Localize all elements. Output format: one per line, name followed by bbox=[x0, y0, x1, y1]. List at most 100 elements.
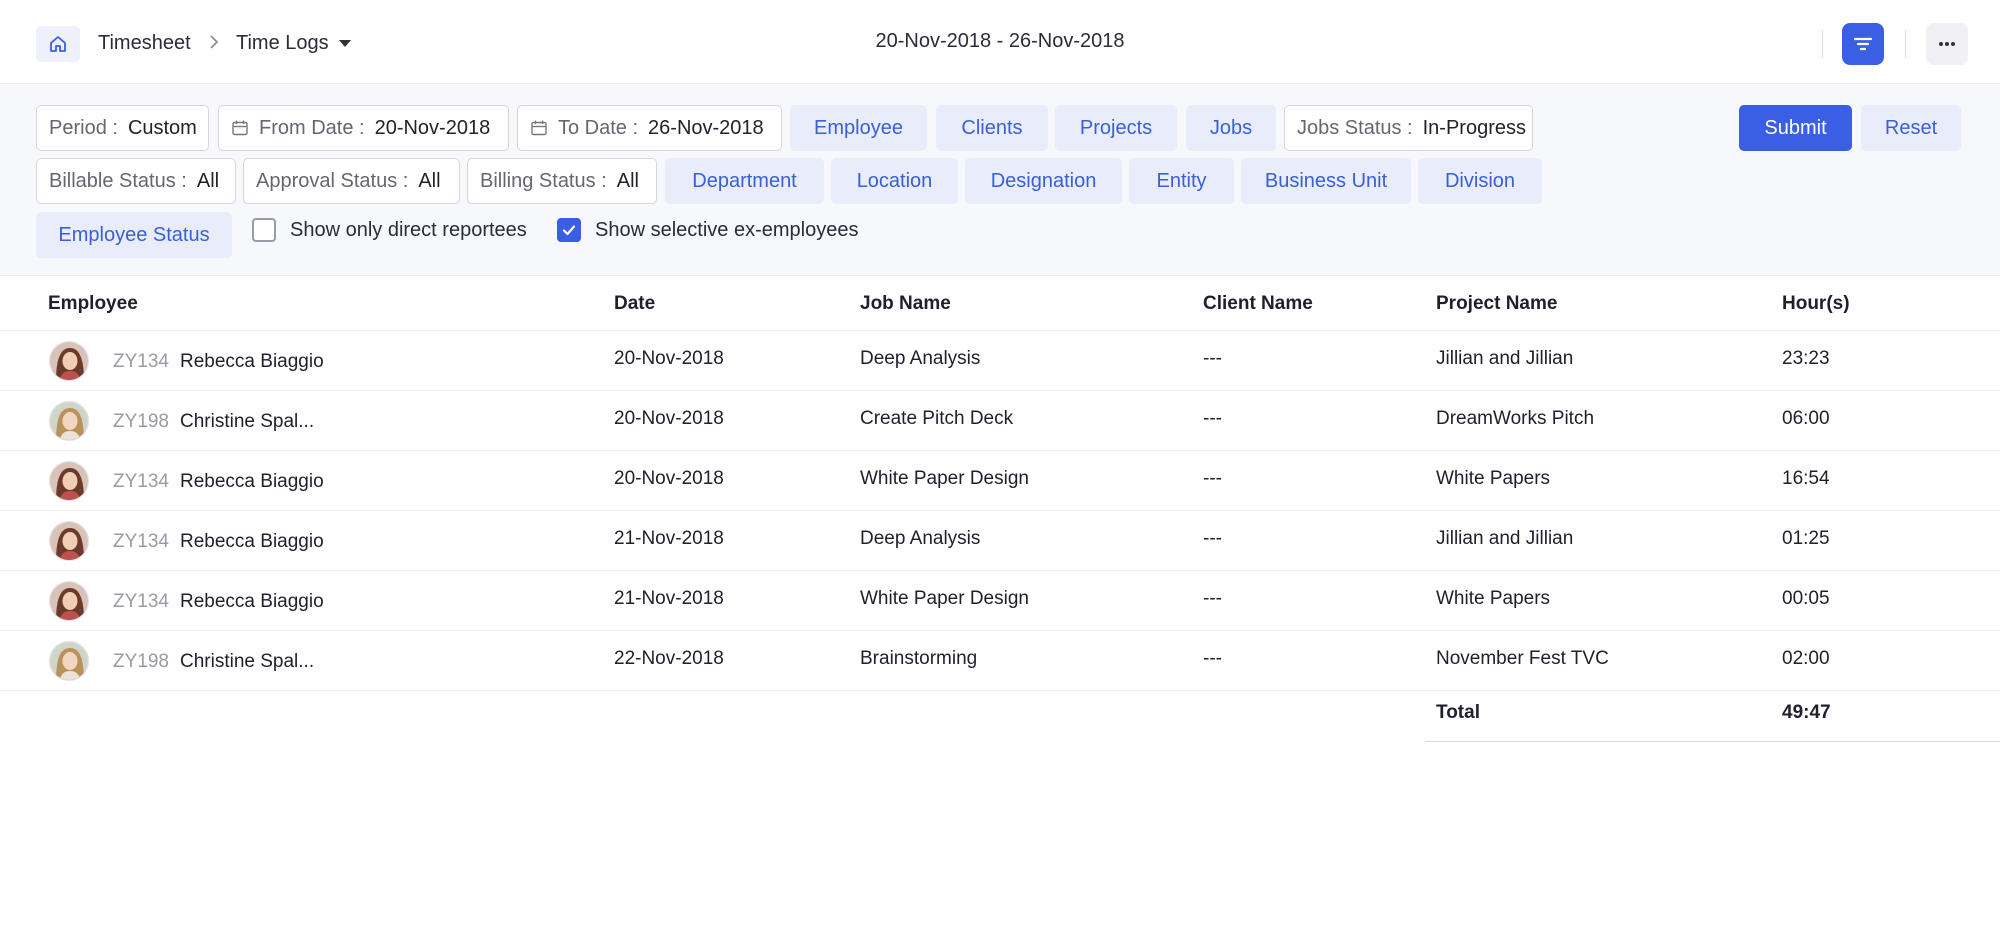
direct-reportees-checkbox[interactable]: Show only direct reportees bbox=[252, 218, 527, 242]
to-date-label: To Date : bbox=[558, 116, 639, 139]
total-row: Total 49:47 bbox=[1425, 689, 2000, 742]
avatar bbox=[49, 401, 89, 441]
to-date-field[interactable]: To Date : 26-Nov-2018 bbox=[517, 105, 782, 151]
project-name-cell: Jillian and Jillian bbox=[1436, 348, 1574, 369]
billable-status-select[interactable]: Billable Status : All bbox=[36, 158, 236, 204]
table-row[interactable]: ZY134 Rebecca Biaggio 21-Nov-2018 White Pap… bbox=[0, 571, 2000, 631]
jobs-filter-chip[interactable]: Jobs bbox=[1186, 105, 1276, 151]
table-row[interactable]: ZY134 Rebecca Biaggio 21-Nov-2018 Deep Anal… bbox=[0, 511, 2000, 571]
date-cell: 20-Nov-2018 bbox=[614, 348, 724, 369]
approval-status-value: All bbox=[418, 169, 441, 192]
project-name-cell: November Fest TVC bbox=[1436, 648, 1609, 669]
more-options-button[interactable] bbox=[1926, 23, 1968, 65]
billing-status-label: Billing Status : bbox=[480, 169, 607, 192]
approval-status-select[interactable]: Approval Status : All bbox=[243, 158, 460, 204]
from-date-label: From Date : bbox=[259, 116, 365, 139]
date-cell: 22-Nov-2018 bbox=[614, 648, 724, 669]
hours-cell: 06:00 bbox=[1782, 408, 1830, 429]
date-cell: 21-Nov-2018 bbox=[614, 528, 724, 549]
calendar-icon bbox=[231, 119, 249, 137]
filter-panel: Period : Custom From Date : 20-Nov-2018 … bbox=[0, 85, 2000, 276]
avatar bbox=[49, 581, 89, 621]
direct-reportees-label: Show only direct reportees bbox=[290, 218, 527, 241]
hours-cell: 00:05 bbox=[1782, 588, 1830, 609]
employee-name[interactable]: Christine Spal... bbox=[180, 411, 314, 433]
column-header-date: Date bbox=[614, 293, 656, 314]
jobs-status-value: In-Progress bbox=[1422, 116, 1526, 139]
ex-employees-label: Show selective ex-employees bbox=[595, 218, 859, 241]
employee-id: ZY134 bbox=[113, 591, 169, 612]
job-name-cell: White Paper Design bbox=[860, 468, 1029, 489]
employee-name[interactable]: Rebecca Biaggio bbox=[180, 591, 324, 613]
table-row[interactable]: ZY134 Rebecca Biaggio 20-Nov-2018 White Pap… bbox=[0, 451, 2000, 511]
billable-status-label: Billable Status : bbox=[49, 169, 187, 192]
division-filter-chip[interactable]: Division bbox=[1418, 158, 1542, 204]
client-name-cell: --- bbox=[1203, 468, 1222, 489]
job-name-cell: Brainstorming bbox=[860, 648, 978, 669]
job-name-cell: Create Pitch Deck bbox=[860, 408, 1014, 429]
employee-name[interactable]: Rebecca Biaggio bbox=[180, 471, 324, 493]
employee-name[interactable]: Rebecca Biaggio bbox=[180, 351, 324, 373]
period-select[interactable]: Period : Custom bbox=[36, 105, 209, 151]
filter-button[interactable] bbox=[1842, 23, 1884, 65]
column-header-employee: Employee bbox=[48, 293, 138, 314]
divider bbox=[1822, 30, 1823, 58]
period-label: Period : bbox=[49, 116, 118, 139]
projects-filter-chip[interactable]: Projects bbox=[1055, 105, 1177, 151]
project-name-cell: Jillian and Jillian bbox=[1436, 528, 1574, 549]
clients-filter-chip[interactable]: Clients bbox=[936, 105, 1048, 151]
filter-icon bbox=[1853, 37, 1873, 51]
department-filter-chip[interactable]: Department bbox=[665, 158, 824, 204]
avatar bbox=[49, 341, 89, 381]
employee-id: ZY198 bbox=[113, 411, 169, 432]
employee-name[interactable]: Christine Spal... bbox=[180, 651, 314, 673]
client-name-cell: --- bbox=[1203, 588, 1222, 609]
employee-name[interactable]: Rebecca Biaggio bbox=[180, 531, 324, 553]
submit-button[interactable]: Submit bbox=[1739, 105, 1852, 151]
from-date-field[interactable]: From Date : 20-Nov-2018 bbox=[218, 105, 509, 151]
employee-filter-chip[interactable]: Employee bbox=[790, 105, 927, 151]
reset-button[interactable]: Reset bbox=[1861, 105, 1961, 151]
project-name-cell: DreamWorks Pitch bbox=[1436, 408, 1595, 429]
checkbox-unchecked-icon bbox=[252, 218, 276, 242]
column-header-hours: Hour(s) bbox=[1782, 293, 1850, 314]
job-name-cell: Deep Analysis bbox=[860, 348, 981, 369]
more-horizontal-icon bbox=[1939, 42, 1955, 46]
date-range-title: 20-Nov-2018 - 26-Nov-2018 bbox=[875, 30, 1125, 52]
ex-employees-checkbox[interactable]: Show selective ex-employees bbox=[557, 218, 858, 242]
project-name-cell: White Papers bbox=[1436, 468, 1551, 489]
employee-status-filter-chip[interactable]: Employee Status bbox=[36, 212, 232, 258]
table-row[interactable]: ZY134 Rebecca Biaggio 20-Nov-2018 Deep Anal… bbox=[0, 331, 2000, 391]
to-date-value: 26-Nov-2018 bbox=[648, 116, 764, 139]
billing-status-value: All bbox=[616, 169, 639, 192]
table-row[interactable]: ZY198 Christine Spal... 22-Nov-2018 Brainst… bbox=[0, 631, 2000, 691]
period-value: Custom bbox=[127, 116, 197, 139]
employee-id: ZY134 bbox=[113, 471, 169, 492]
client-name-cell: --- bbox=[1203, 348, 1222, 369]
divider bbox=[1905, 30, 1906, 58]
table-row[interactable]: ZY198 Christine Spal... 20-Nov-2018 Create … bbox=[0, 391, 2000, 451]
avatar bbox=[49, 461, 89, 501]
date-cell: 21-Nov-2018 bbox=[614, 588, 724, 609]
total-value: 49:47 bbox=[1782, 702, 1831, 723]
avatar bbox=[49, 641, 89, 681]
client-name-cell: --- bbox=[1203, 648, 1222, 669]
total-label: Total bbox=[1436, 702, 1480, 723]
billing-status-select[interactable]: Billing Status : All bbox=[467, 158, 657, 204]
hours-cell: 02:00 bbox=[1782, 648, 1830, 669]
designation-filter-chip[interactable]: Designation bbox=[965, 158, 1122, 204]
date-cell: 20-Nov-2018 bbox=[614, 408, 724, 429]
location-filter-chip[interactable]: Location bbox=[831, 158, 958, 204]
employee-id: ZY134 bbox=[113, 351, 169, 372]
job-name-cell: White Paper Design bbox=[860, 588, 1029, 609]
employee-id: ZY198 bbox=[113, 651, 169, 672]
business-unit-filter-chip[interactable]: Business Unit bbox=[1241, 158, 1411, 204]
entity-filter-chip[interactable]: Entity bbox=[1129, 158, 1234, 204]
project-name-cell: White Papers bbox=[1436, 588, 1551, 609]
employee-id: ZY134 bbox=[113, 531, 169, 552]
jobs-status-select[interactable]: Jobs Status : In-Progress bbox=[1284, 105, 1533, 151]
hours-cell: 16:54 bbox=[1782, 468, 1830, 489]
avatar bbox=[49, 521, 89, 561]
billable-status-value: All bbox=[196, 169, 220, 192]
hours-cell: 23:23 bbox=[1782, 348, 1830, 369]
